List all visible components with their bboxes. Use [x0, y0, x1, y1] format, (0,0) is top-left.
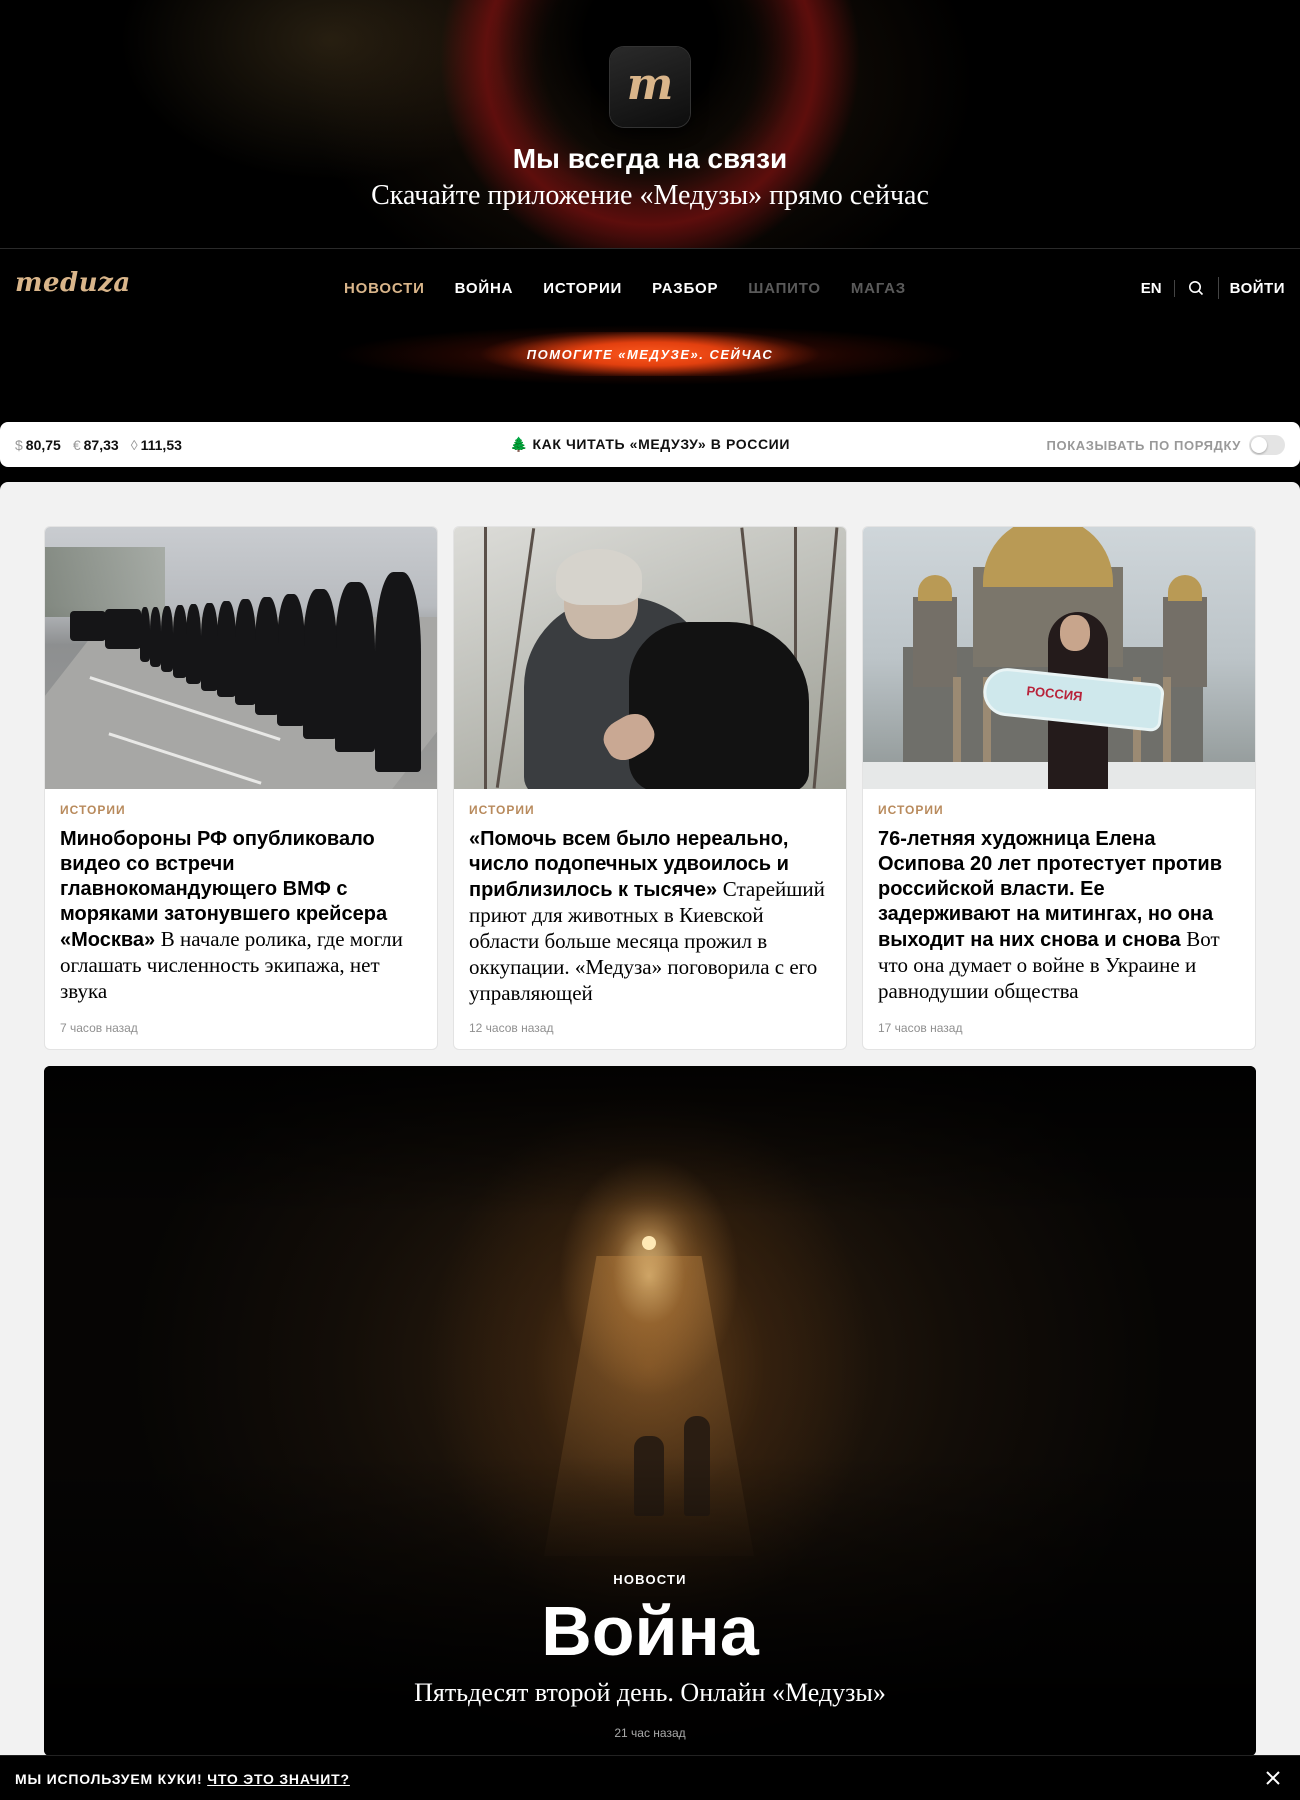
story-tag: ИСТОРИИ — [878, 803, 944, 817]
story-card-body: ИСТОРИИ Минобороны РФ опубликовало видео… — [45, 789, 437, 1005]
search-icon[interactable] — [1175, 277, 1219, 299]
story-card[interactable]: РОССИЯ ИСТОРИИ 76-летняя художница Елена… — [862, 526, 1256, 1050]
donate-button[interactable]: ПОМОГИТЕ «МЕДУЗЕ». СЕЙЧАС — [480, 332, 820, 376]
story-tag: ИСТОРИИ — [60, 803, 126, 817]
meduza-app-icon[interactable]: m — [610, 47, 690, 127]
story-card[interactable]: ИСТОРИИ «Помочь всем было нереально, чис… — [453, 526, 847, 1050]
cookie-message: МЫ ИСПОЛЬЗУЕМ КУКИ! — [15, 1771, 203, 1787]
promo-subtitle: Скачайте приложение «Медузы» прямо сейча… — [371, 180, 929, 211]
order-toggle-group: ПОКАЗЫВАТЬ ПО ПОРЯДКУ — [1047, 435, 1285, 455]
app-promo-banner[interactable]: m Мы всегда на связи Скачайте приложение… — [0, 0, 1300, 249]
cookie-info-link[interactable]: ЧТО ЭТО ЗНАЧИТ? — [207, 1771, 350, 1787]
app-icon-letter: m — [626, 59, 674, 110]
site-header: meduza НОВОСТИ ВОЙНА ИСТОРИИ РАЗБОР ШАПИ… — [0, 250, 1300, 422]
story-card-body: ИСТОРИИ 76-летняя художница Елена Осипов… — [863, 789, 1255, 1005]
protest-sign-text: РОССИЯ — [1025, 683, 1084, 704]
feature-title: Война — [541, 1592, 759, 1670]
feature-time: 21 час назад — [614, 1726, 686, 1740]
news-feed: ИСТОРИИ Минобороны РФ опубликовало видео… — [0, 482, 1300, 1800]
nav-item-stories[interactable]: ИСТОРИИ — [543, 280, 622, 297]
login-button[interactable]: ВОЙТИ — [1219, 280, 1285, 297]
language-switch[interactable]: EN — [1141, 279, 1175, 297]
story-headline: 76-летняя художница Елена Осипова 20 лет… — [878, 828, 1222, 951]
cookie-text: МЫ ИСПОЛЬЗУЕМ КУКИ! ЧТО ЭТО ЗНАЧИТ? — [15, 1771, 350, 1787]
story-text: 76-летняя художница Елена Осипова 20 лет… — [878, 827, 1240, 1005]
nav-item-analysis[interactable]: РАЗБОР — [652, 280, 718, 297]
story-time: 12 часов назад — [469, 1021, 554, 1035]
cookie-banner: МЫ ИСПОЛЬЗУЕМ КУКИ! ЧТО ЭТО ЗНАЧИТ? — [0, 1755, 1300, 1800]
story-time: 17 часов назад — [878, 1021, 963, 1035]
story-card[interactable]: ИСТОРИИ Минобороны РФ опубликовало видео… — [44, 526, 438, 1050]
story-time: 7 часов назад — [60, 1021, 138, 1035]
feature-card-war[interactable]: НОВОСТИ Война Пятьдесят второй день. Онл… — [44, 1066, 1256, 1756]
nav-item-shop[interactable]: МАГАЗ — [851, 280, 906, 297]
story-photo-protest: РОССИЯ — [863, 527, 1255, 789]
close-icon[interactable] — [1264, 1769, 1282, 1787]
story-text: «Помочь всем было нереально, число подоп… — [469, 827, 831, 1007]
nav-item-war[interactable]: ВОЙНА — [455, 280, 514, 297]
story-text: Минобороны РФ опубликовало видео со встр… — [60, 827, 422, 1005]
order-toggle-label: ПОКАЗЫВАТЬ ПО ПОРЯДКУ — [1046, 437, 1241, 453]
header-actions: EN ВОЙТИ — [1141, 277, 1285, 299]
promo-title: Мы всегда на связи — [512, 143, 788, 174]
nav-item-news[interactable]: НОВОСТИ — [344, 280, 425, 297]
info-bar: $80,75 €87,33 ◊ 111,53 🌲 КАК ЧИТАТЬ «МЕДУ… — [0, 422, 1300, 467]
nav-item-shapito[interactable]: ШАПИТО — [748, 280, 821, 297]
story-card-body: ИСТОРИИ «Помочь всем было нереально, чис… — [454, 789, 846, 1007]
story-cards: ИСТОРИИ Минобороны РФ опубликовало видео… — [44, 526, 1256, 1050]
story-photo-sailors — [45, 527, 437, 789]
feature-tag: НОВОСТИ — [613, 1572, 687, 1587]
story-tag: ИСТОРИИ — [469, 803, 535, 817]
main-nav: НОВОСТИ ВОЙНА ИСТОРИИ РАЗБОР ШАПИТО МАГА… — [0, 280, 1300, 297]
feature-subtitle: Пятьдесят второй день. Онлайн «Медузы» — [414, 1678, 886, 1707]
story-photo-shelter — [454, 527, 846, 789]
order-toggle[interactable] — [1249, 435, 1285, 455]
